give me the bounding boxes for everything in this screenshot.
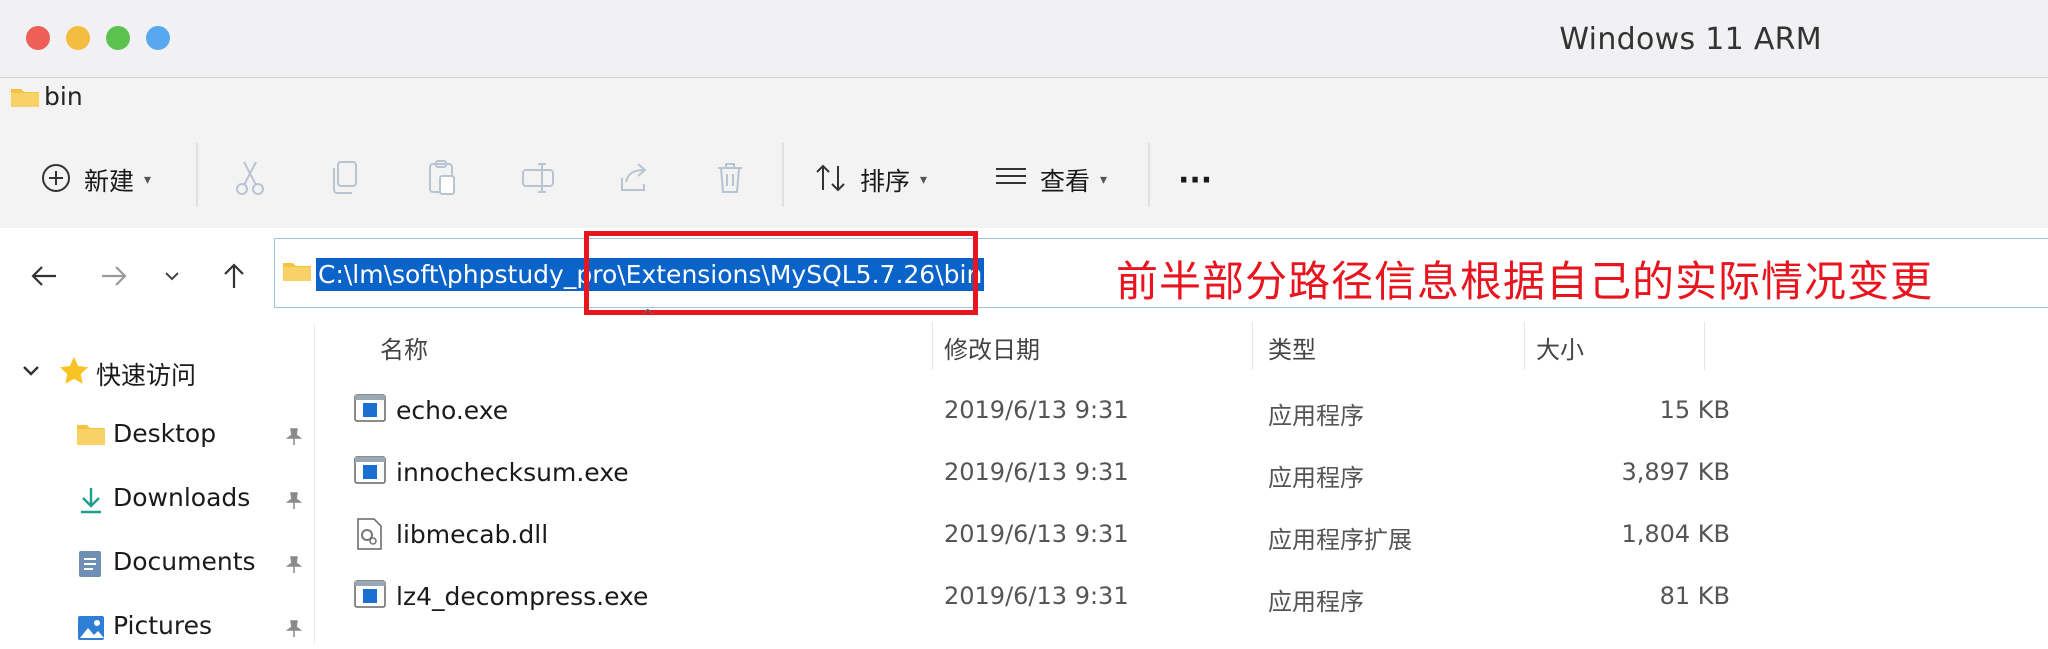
- up-arrow-icon[interactable]: [216, 258, 252, 294]
- view-button-label: 查看: [1040, 167, 1091, 196]
- chevron-down-icon[interactable]: [20, 360, 42, 386]
- file-type: 应用程序: [1268, 464, 1364, 492]
- exe-icon: [354, 456, 386, 490]
- view-button[interactable]: 查看 ▾: [994, 158, 1107, 202]
- document-icon: [76, 549, 104, 583]
- pictures-icon: [76, 613, 106, 647]
- download-icon: [76, 485, 106, 519]
- plus-circle-icon: [40, 162, 72, 198]
- file-row[interactable]: echo.exe 2019/6/13 9:31 应用程序 15 KB: [340, 380, 1730, 442]
- file-name: libmecab.dll: [396, 520, 549, 549]
- file-date: 2019/6/13 9:31: [944, 396, 1129, 424]
- file-type: 应用程序: [1268, 402, 1364, 430]
- column-divider[interactable]: [1704, 322, 1705, 370]
- zoom-window-button[interactable]: [106, 26, 130, 50]
- sidebar-item-documents[interactable]: Documents: [76, 545, 312, 585]
- copy-icon[interactable]: [328, 158, 364, 198]
- column-header-name[interactable]: 名称: [380, 330, 428, 370]
- delete-icon[interactable]: [712, 158, 748, 198]
- sort-arrows-icon: [814, 162, 848, 198]
- chevron-down-icon: ▾: [920, 172, 928, 188]
- file-size: 81 KB: [1659, 582, 1730, 610]
- explorer-tab-title: bin: [44, 82, 83, 111]
- file-type: 应用程序扩展: [1268, 526, 1412, 554]
- rename-icon[interactable]: [520, 158, 556, 198]
- pin-icon[interactable]: [284, 619, 304, 643]
- new-button[interactable]: 新建 ▾: [40, 158, 151, 202]
- file-date: 2019/6/13 9:31: [944, 458, 1129, 486]
- folder-icon: [76, 421, 106, 451]
- more-options-button[interactable]: ···: [1178, 158, 1212, 202]
- sidebar-item-label: Pictures: [113, 611, 212, 640]
- sidebar-item-label: Downloads: [113, 483, 251, 512]
- column-divider[interactable]: [1524, 322, 1525, 370]
- column-divider[interactable]: [1252, 322, 1253, 370]
- file-row[interactable]: innochecksum.exe 2019/6/13 9:31 应用程序 3,8…: [340, 442, 1730, 504]
- close-window-button[interactable]: [26, 26, 50, 50]
- toolbar-divider: [1148, 143, 1150, 207]
- new-button-label: 新建: [84, 167, 135, 196]
- window-title: Windows 11 ARM: [1559, 22, 1822, 57]
- share-icon[interactable]: [616, 158, 652, 198]
- sidebar-item-label: Desktop: [113, 419, 217, 448]
- column-divider[interactable]: [932, 322, 933, 370]
- chevron-down-icon: ▾: [144, 172, 152, 188]
- column-header-size[interactable]: 大小: [1536, 330, 1584, 370]
- list-view-icon: [994, 164, 1028, 196]
- cut-icon[interactable]: [232, 158, 268, 198]
- explorer-title-strip: [0, 78, 2048, 128]
- star-icon: [58, 355, 90, 391]
- pane-divider[interactable]: [314, 324, 315, 644]
- toolbar-divider: [782, 143, 784, 207]
- minimize-window-button[interactable]: [66, 26, 90, 50]
- file-size: 3,897 KB: [1621, 458, 1730, 486]
- file-type: 应用程序: [1268, 588, 1364, 616]
- file-size: 1,804 KB: [1621, 520, 1730, 548]
- file-name: innochecksum.exe: [396, 458, 629, 487]
- recent-locations-chevron-icon[interactable]: [160, 258, 196, 294]
- file-row[interactable]: libmecab.dll 2019/6/13 9:31 应用程序扩展 1,804…: [340, 504, 1730, 566]
- column-header-type[interactable]: 类型: [1268, 330, 1316, 370]
- sort-button-label: 排序: [860, 167, 911, 196]
- file-date: 2019/6/13 9:31: [944, 520, 1129, 548]
- file-name: lz4_decompress.exe: [396, 582, 649, 611]
- exe-icon: [354, 394, 386, 428]
- sidebar-item-desktop[interactable]: Desktop: [76, 417, 312, 457]
- annotation-note: 前半部分路径信息根据自己的实际情况变更: [1116, 257, 1934, 306]
- annotation-highlight-box: [584, 231, 978, 315]
- extra-window-button[interactable]: [146, 26, 170, 50]
- quick-access-label[interactable]: 快速访问: [96, 356, 196, 392]
- file-row[interactable]: lz4_decompress.exe 2019/6/13 9:31 应用程序 8…: [340, 566, 1730, 628]
- pin-icon[interactable]: [284, 491, 304, 515]
- folder-icon: [282, 260, 312, 286]
- paste-icon[interactable]: [424, 158, 460, 198]
- dll-icon: [354, 518, 384, 554]
- pin-icon[interactable]: [284, 427, 304, 451]
- forward-arrow-icon[interactable]: [96, 258, 132, 294]
- column-header-date[interactable]: 修改日期: [944, 330, 1040, 370]
- back-arrow-icon[interactable]: [26, 258, 62, 294]
- exe-icon: [354, 580, 386, 614]
- folder-icon: [10, 86, 40, 112]
- file-date: 2019/6/13 9:31: [944, 582, 1129, 610]
- sidebar-item-pictures[interactable]: Pictures: [76, 609, 312, 649]
- sort-caret-icon: ^: [641, 306, 655, 325]
- file-size: 15 KB: [1659, 396, 1730, 424]
- file-name: echo.exe: [396, 396, 509, 425]
- toolbar-divider: [196, 143, 198, 207]
- sort-button[interactable]: 排序 ▾: [814, 158, 927, 202]
- sidebar-item-label: Documents: [113, 547, 256, 576]
- chevron-down-icon: ▾: [1100, 172, 1108, 188]
- pin-icon[interactable]: [284, 555, 304, 579]
- sidebar-item-downloads[interactable]: Downloads: [76, 481, 312, 521]
